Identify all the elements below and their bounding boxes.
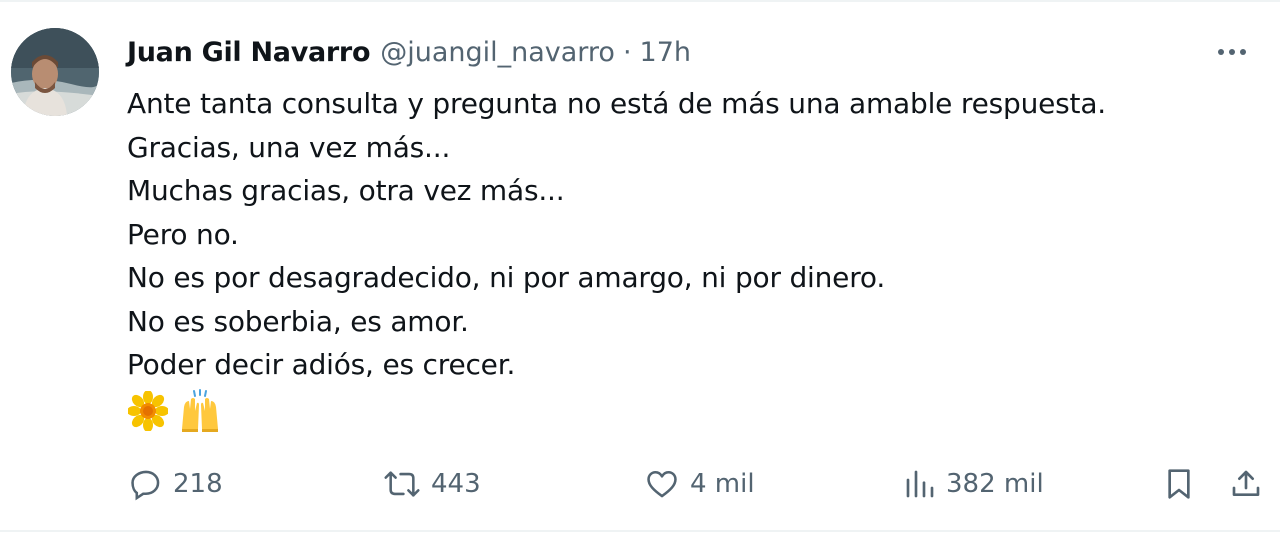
like-button[interactable]: 4 mil bbox=[644, 460, 755, 508]
tweet-text-line: Gracias, una vez más... bbox=[127, 130, 451, 164]
emoji-row bbox=[128, 389, 222, 433]
views-chart-icon bbox=[906, 470, 934, 498]
author-name[interactable]: Juan Gil Navarro bbox=[127, 37, 371, 68]
reply-button[interactable]: 218 bbox=[129, 460, 223, 508]
tweet[interactable]: Juan Gil Navarro @juangil_navarro · 17h … bbox=[0, 0, 1280, 533]
tweet-text-line: No es por desagradecido, ni por amargo, … bbox=[127, 261, 886, 294]
repost-count: 443 bbox=[431, 469, 481, 499]
timestamp[interactable]: 17h bbox=[640, 37, 691, 68]
more-horizontal-icon bbox=[1218, 49, 1246, 55]
divider bbox=[0, 0, 1280, 2]
heart-icon bbox=[647, 470, 677, 498]
tweet-text-line: Pero no. bbox=[127, 217, 239, 251]
more-options-button[interactable] bbox=[1212, 38, 1252, 66]
bookmark-icon bbox=[1168, 469, 1190, 499]
reply-icon bbox=[131, 470, 160, 501]
views-count: 382 mil bbox=[946, 469, 1044, 499]
raising-hands-emoji bbox=[182, 389, 218, 432]
tweet-header: Juan Gil Navarro @juangil_navarro · 17h bbox=[127, 32, 691, 72]
tweet-actions: 218 443 4 mil 382 mil bbox=[0, 460, 1280, 508]
tweet-text-line: Muchas gracias, otra vez más... bbox=[127, 174, 565, 207]
tweet-text-line: Ante tanta consulta y pregunta no está d… bbox=[127, 87, 1106, 120]
repost-button[interactable]: 443 bbox=[383, 460, 481, 508]
reply-count: 218 bbox=[173, 469, 223, 499]
repost-icon bbox=[384, 471, 420, 497]
divider bbox=[0, 530, 1280, 532]
views-button[interactable]: 382 mil bbox=[904, 460, 1044, 508]
like-count: 4 mil bbox=[690, 469, 755, 499]
tweet-text: Ante tanta consulta y pregunta no está d… bbox=[127, 82, 1247, 387]
avatar[interactable] bbox=[11, 28, 99, 116]
tweet-text-line: Poder decir adiós, es crecer. bbox=[127, 348, 516, 381]
share-icon bbox=[1232, 470, 1260, 496]
sunflower-emoji bbox=[128, 391, 168, 431]
bookmark-button[interactable] bbox=[1163, 460, 1195, 508]
share-button[interactable] bbox=[1230, 460, 1262, 508]
separator-dot: · bbox=[622, 36, 632, 68]
author-handle[interactable]: @juangil_navarro bbox=[380, 37, 615, 68]
tweet-text-line: No es soberbia, es amor. bbox=[127, 304, 469, 338]
